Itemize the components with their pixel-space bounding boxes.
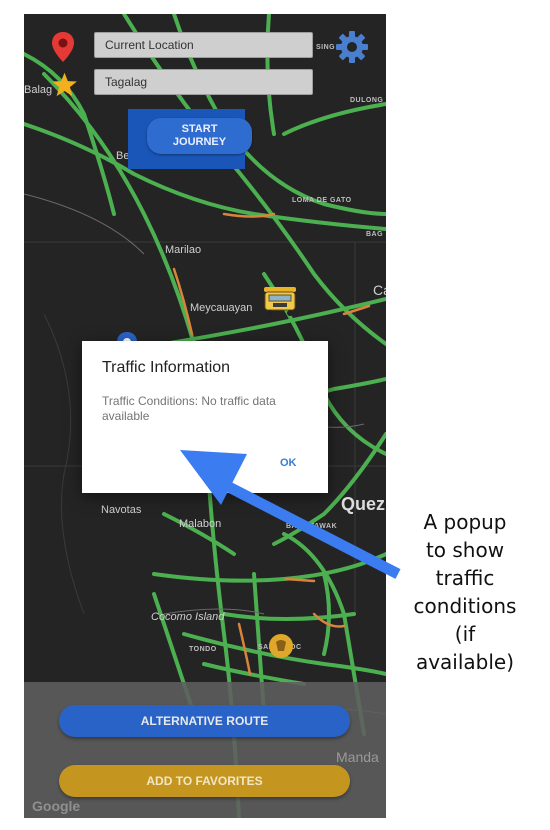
annotation-text: A popup to show traffic conditions (if a…	[404, 508, 526, 676]
annotation-arrow	[180, 450, 401, 579]
annotation-line: (if	[454, 622, 476, 646]
annotation-line: traffic	[435, 566, 495, 590]
annotation-line: A popup	[423, 510, 507, 534]
annotation-line: available)	[415, 650, 515, 674]
annotation-line: conditions	[413, 594, 517, 618]
annotation-line: to show	[425, 538, 505, 562]
